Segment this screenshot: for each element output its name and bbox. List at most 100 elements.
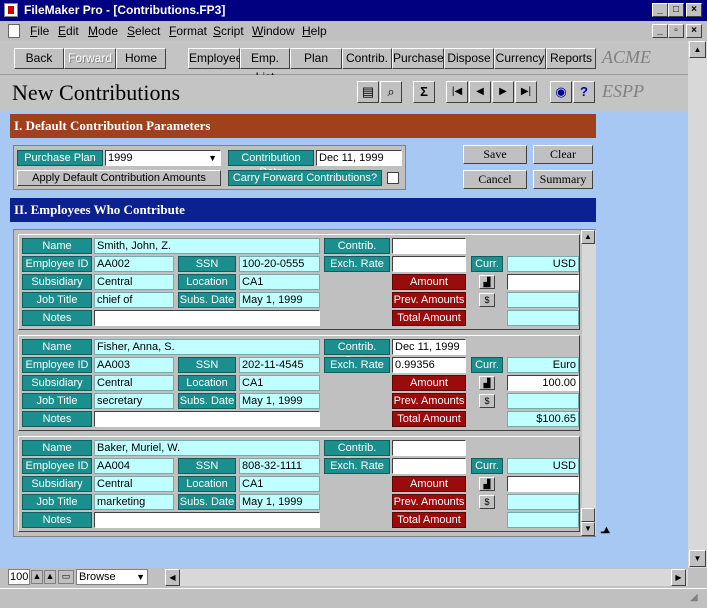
document-icon[interactable] xyxy=(8,24,20,38)
total-amount-field[interactable] xyxy=(507,310,579,326)
help-icon[interactable]: ? xyxy=(573,81,595,103)
menu-format[interactable]: Format xyxy=(169,24,207,38)
menu-file[interactable]: File xyxy=(30,24,49,38)
notes-field[interactable] xyxy=(94,512,320,528)
scroll-left-icon[interactable]: ◀ xyxy=(165,569,180,586)
dollar-icon[interactable]: $ xyxy=(479,293,495,307)
plan-button[interactable]: Plan xyxy=(290,48,342,69)
menu-window[interactable]: Window xyxy=(252,24,295,38)
doc-minimize-icon[interactable]: _ xyxy=(652,24,668,38)
doc-restore-icon[interactable]: ▫ xyxy=(668,24,684,38)
dollar-icon[interactable]: $ xyxy=(479,394,495,408)
ssn-field[interactable]: 100-20-0555 xyxy=(239,256,320,272)
subsidiary-field[interactable]: Central xyxy=(94,476,174,492)
last-record-icon[interactable]: ▶| xyxy=(515,81,537,103)
status-area-icon[interactable]: ▭ xyxy=(58,570,74,584)
total-amount-field[interactable] xyxy=(507,512,579,528)
ssn-field[interactable]: 202-11-4545 xyxy=(239,357,320,373)
exch-rate-field[interactable] xyxy=(392,256,466,272)
summary-sigma-icon[interactable]: Σ xyxy=(413,81,435,103)
filemaker-app-icon[interactable] xyxy=(4,3,18,17)
prev-amounts-field[interactable] xyxy=(507,393,579,409)
home-button[interactable]: Home xyxy=(116,48,166,69)
scroll-down-icon[interactable]: ▼ xyxy=(689,550,706,567)
amount-field[interactable] xyxy=(507,476,579,492)
exch-rate-field[interactable]: 0.99356 xyxy=(392,357,466,373)
total-amount-field[interactable]: $100.65 xyxy=(507,411,579,427)
prev-amounts-field[interactable] xyxy=(507,292,579,308)
currency-field[interactable]: Euro xyxy=(507,357,579,373)
maximize-icon[interactable]: □ xyxy=(668,3,684,17)
employee-id-field[interactable]: AA002 xyxy=(94,256,174,272)
menu-script[interactable]: Script xyxy=(213,24,244,38)
scroll-up-icon[interactable]: ▲ xyxy=(689,41,706,58)
notes-field[interactable] xyxy=(94,411,320,427)
zoom-level[interactable]: 100 xyxy=(8,569,30,585)
job-title-field[interactable]: marketing xyxy=(94,494,174,510)
chart-icon[interactable]: ▟ xyxy=(479,275,495,289)
location-field[interactable]: CA1 xyxy=(239,274,320,290)
menu-help[interactable]: Help xyxy=(302,24,327,38)
location-field[interactable]: CA1 xyxy=(239,375,320,391)
exch-rate-field[interactable] xyxy=(392,458,466,474)
zoom-in-icon[interactable]: ▲ xyxy=(44,570,56,584)
first-record-icon[interactable]: |◀ xyxy=(446,81,468,103)
chart-icon[interactable]: ▟ xyxy=(479,477,495,491)
scroll-to-top-icon[interactable]: ▲ ▔ xyxy=(601,525,612,545)
contrib-date-field[interactable] xyxy=(392,238,466,254)
subs-date-field[interactable]: May 1, 1999 xyxy=(239,393,320,409)
employee-button[interactable]: Employee xyxy=(188,48,242,69)
subsidiary-field[interactable]: Central xyxy=(94,274,174,290)
apply-default-amounts-button[interactable]: Apply Default Contribution Amounts xyxy=(17,170,221,186)
close-icon[interactable]: × xyxy=(686,3,702,17)
mode-selector[interactable]: Browse ▼ xyxy=(76,569,148,585)
carry-forward-checkbox[interactable] xyxy=(387,172,399,184)
preview-icon[interactable]: ▤ xyxy=(357,81,379,103)
zoom-out-icon[interactable]: ▲ xyxy=(31,570,43,584)
ssn-field[interactable]: 808-32-1111 xyxy=(239,458,320,474)
contrib-date-field[interactable]: Dec 11, 1999 xyxy=(392,339,466,355)
name-field[interactable]: Smith, John, Z. xyxy=(94,238,320,254)
contrib-date-field[interactable] xyxy=(392,440,466,456)
notes-field[interactable] xyxy=(94,310,320,326)
save-button[interactable]: Save xyxy=(463,145,527,164)
job-title-field[interactable]: secretary xyxy=(94,393,174,409)
amount-field[interactable]: 100.00 xyxy=(507,375,579,391)
next-record-icon[interactable]: ▶ xyxy=(492,81,514,103)
list-scroll-thumb[interactable] xyxy=(581,508,595,522)
clear-button[interactable]: Clear xyxy=(533,145,593,164)
name-field[interactable]: Fisher, Anna, S. xyxy=(94,339,320,355)
menu-select[interactable]: Select xyxy=(127,24,160,38)
employee-id-field[interactable]: AA004 xyxy=(94,458,174,474)
name-field[interactable]: Baker, Muriel, W. xyxy=(94,440,320,456)
list-scroll-down-icon[interactable]: ▼ xyxy=(581,522,595,536)
minimize-icon[interactable]: _ xyxy=(652,3,668,17)
purchase-button[interactable]: Purchase xyxy=(392,48,444,69)
summary-button[interactable]: Summary xyxy=(533,170,593,189)
menu-mode[interactable]: Mode xyxy=(88,24,118,38)
subs-date-field[interactable]: May 1, 1999 xyxy=(239,494,320,510)
list-scrollbar[interactable]: ▲ ▼ xyxy=(581,230,596,536)
chevron-down-icon[interactable]: ▼ xyxy=(208,151,217,165)
resize-grip-icon[interactable]: ◢ xyxy=(690,592,698,603)
dollar-icon[interactable]: $ xyxy=(479,495,495,509)
scroll-right-icon[interactable]: ▶ xyxy=(671,569,686,586)
menu-edit[interactable]: Edit xyxy=(58,24,79,38)
dispose-button[interactable]: Dispose xyxy=(444,48,494,69)
purchase-plan-select[interactable]: 1999 ▼ xyxy=(105,150,221,166)
cancel-button[interactable]: Cancel xyxy=(463,170,527,189)
amount-field[interactable] xyxy=(507,274,579,290)
forward-button[interactable]: Forward xyxy=(64,48,116,69)
globe-icon[interactable]: ◉ xyxy=(550,81,572,103)
location-field[interactable]: CA1 xyxy=(239,476,320,492)
currency-field[interactable]: USD xyxy=(507,458,579,474)
back-button[interactable]: Back xyxy=(14,48,64,69)
contribution-date-input[interactable]: Dec 11, 1999 xyxy=(316,150,402,166)
chart-icon[interactable]: ▟ xyxy=(479,376,495,390)
reports-button[interactable]: Reports xyxy=(546,48,596,69)
subs-date-field[interactable]: May 1, 1999 xyxy=(239,292,320,308)
currency-button[interactable]: Currency xyxy=(494,48,546,69)
prev-record-icon[interactable]: ◀ xyxy=(469,81,491,103)
employee-id-field[interactable]: AA003 xyxy=(94,357,174,373)
find-icon[interactable]: ⌕ xyxy=(380,81,402,103)
